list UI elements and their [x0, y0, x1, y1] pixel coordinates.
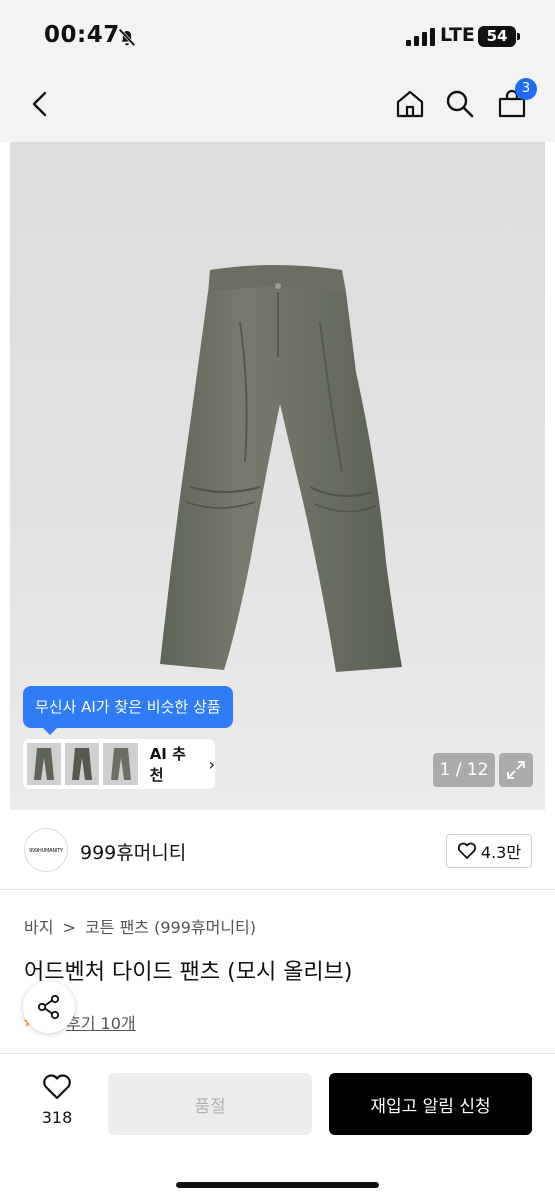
breadcrumb-separator: > [62, 918, 76, 937]
chevron-right-icon: › [208, 754, 216, 774]
home-indicator [176, 1182, 379, 1188]
home-button[interactable] [390, 84, 430, 124]
cart-count-badge: 3 [515, 78, 537, 100]
ai-recommend-label: AI 추천 [149, 745, 186, 784]
expand-image-button[interactable] [499, 753, 533, 787]
heart-icon [457, 842, 477, 859]
brand-like-button[interactable]: 4.3만 [446, 834, 532, 868]
cell-signal-icon [406, 28, 435, 46]
bell-muted-icon [118, 28, 136, 47]
expand-icon [507, 761, 525, 779]
ai-thumb-2[interactable] [65, 743, 100, 785]
ai-recommend-tooltip: 무신사 AI가 찾은 비슷한 상품 [23, 686, 233, 735]
product-title: 어드벤처 다이드 팬츠 (모시 올리브) [24, 960, 353, 985]
review-link[interactable]: 후기 10개 [66, 1010, 136, 1034]
brand-logo[interactable]: 999HUMANITY [24, 828, 68, 872]
status-bar: 00:47 LTE 54 [0, 0, 555, 72]
brand-row: 999HUMANITY 999휴머니티 4.3만 [0, 810, 555, 890]
cart-button[interactable]: 3 [492, 78, 537, 124]
brand-name[interactable]: 999휴머니티 [80, 838, 186, 865]
ai-thumb-3[interactable] [103, 743, 138, 785]
product-image-gallery[interactable]: 무신사 AI가 찾은 비슷한 상품 AI 추천 › 1 / 12 [10, 142, 545, 810]
wishlist-count: 318 [41, 1108, 73, 1127]
search-button[interactable] [440, 84, 480, 124]
brand-like-count: 4.3만 [480, 843, 522, 862]
back-button[interactable] [20, 84, 60, 124]
heart-icon [43, 1074, 71, 1100]
status-time: 00:47 [44, 22, 120, 48]
share-icon [37, 994, 60, 1020]
nav-bar: 3 [0, 72, 555, 142]
breadcrumb: 바지 > 코튼 팬츠 (999휴머니티) [24, 914, 260, 938]
wishlist-button[interactable]: 318 [32, 1074, 82, 1127]
chevron-left-icon [32, 91, 47, 117]
breadcrumb-subcategory[interactable]: 코튼 팬츠 (999휴머니티) [85, 918, 256, 937]
home-icon [396, 90, 424, 118]
soldout-button[interactable]: 품절 [108, 1073, 312, 1135]
battery-icon: 54 [478, 26, 520, 47]
image-counter: 1 / 12 [433, 753, 495, 787]
network-type: LTE [440, 24, 475, 46]
bottom-action-bar: 318 품절 재입고 알림 신청 [0, 1053, 555, 1200]
ai-thumb-1[interactable] [27, 743, 62, 785]
ai-recommend-button[interactable]: AI 추천 › [23, 739, 215, 789]
restock-alert-button[interactable]: 재입고 알림 신청 [329, 1073, 532, 1135]
search-icon [446, 90, 474, 118]
breadcrumb-category[interactable]: 바지 [24, 918, 53, 937]
share-button[interactable] [23, 981, 75, 1033]
